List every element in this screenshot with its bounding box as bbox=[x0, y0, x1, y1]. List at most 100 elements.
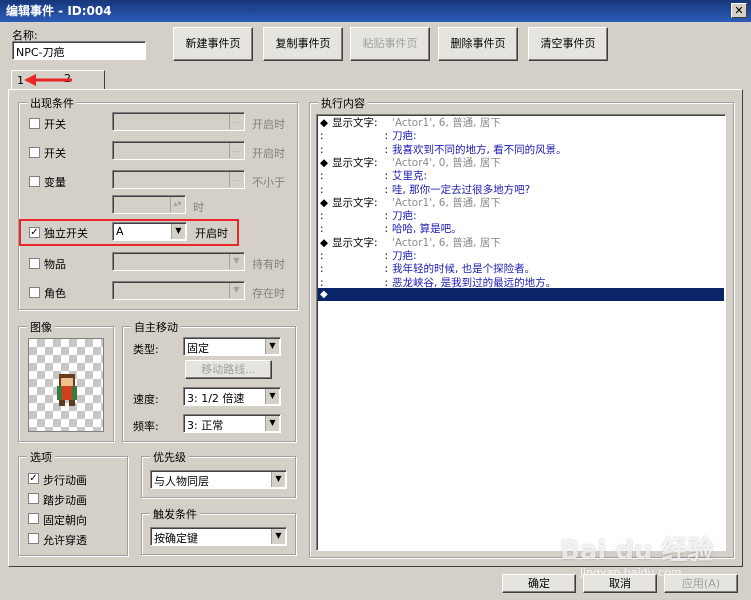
chevron-down-icon: ▼ bbox=[229, 254, 243, 269]
variable-suffix: 不小于 bbox=[252, 176, 285, 189]
command-line[interactable]: :: 哈哈, 算是吧。 bbox=[320, 223, 462, 235]
copy-page-button[interactable]: 复制事件页 bbox=[263, 27, 343, 61]
command-line-head: : bbox=[384, 223, 388, 236]
chevron-down-icon: ▼ bbox=[171, 224, 185, 239]
command-list[interactable]: ◆ 显示文字: 'Actor1', 6, 普通, 居下:: 刀疤::: 我喜欢到不同的地… bbox=[316, 114, 726, 551]
command-line[interactable]: :: 刀疤: bbox=[320, 210, 417, 222]
command-line-text: 刀疤: bbox=[392, 130, 417, 143]
character-image[interactable] bbox=[28, 338, 104, 432]
fixed-dir-checkbox[interactable] bbox=[28, 513, 39, 524]
commands-legend: 执行内容 bbox=[318, 95, 368, 111]
command-line[interactable]: :: 我喜欢到不同的地方, 看不同的风景。 bbox=[320, 144, 567, 156]
command-line-prefix: ◆ bbox=[320, 117, 329, 129]
ok-button[interactable]: 确定 bbox=[502, 574, 576, 593]
command-line-head: : bbox=[384, 250, 388, 262]
red-arrow-annotation bbox=[24, 74, 72, 86]
switch1-checkbox[interactable] bbox=[29, 118, 40, 129]
actor-suffix: 存在时 bbox=[252, 287, 285, 300]
actor-checkbox[interactable] bbox=[29, 287, 40, 298]
through-checkbox[interactable] bbox=[28, 533, 39, 544]
apply-button[interactable]: 应用(A) bbox=[664, 574, 738, 593]
command-line-head: : bbox=[384, 170, 388, 183]
item-suffix: 持有时 bbox=[252, 258, 285, 271]
self-switch-suffix: 开启时 bbox=[195, 227, 228, 240]
command-line-prefix: : bbox=[320, 143, 324, 156]
spinner-arrows-icon[interactable]: ▴▾ bbox=[170, 197, 184, 212]
autonomous-legend: 自主移动 bbox=[131, 319, 181, 335]
walk-anim-checkbox[interactable]: ✓ bbox=[28, 473, 39, 484]
chevron-down-icon: ▼ bbox=[271, 472, 285, 487]
trigger-select[interactable]: 按确定键 ▼ bbox=[150, 527, 287, 546]
paste-page-button[interactable]: 粘贴事件页 bbox=[350, 27, 430, 61]
move-freq-value: 3: 正常 bbox=[187, 419, 224, 432]
switch2-select[interactable]: … bbox=[112, 141, 245, 160]
cancel-button[interactable]: 取消 bbox=[583, 574, 657, 593]
command-line-prefix: : bbox=[320, 130, 324, 143]
event-name-input[interactable]: NPC-刀疤 bbox=[12, 41, 146, 60]
command-line[interactable]: :: 哇, 那你一定去过很多地方吧? bbox=[320, 184, 530, 196]
priority-select[interactable]: 与人物同层 ▼ bbox=[150, 470, 287, 489]
command-line-head: : bbox=[384, 263, 388, 276]
command-line[interactable]: :: 艾里克: bbox=[320, 170, 427, 182]
command-line-text: 艾里克: bbox=[392, 170, 428, 183]
new-page-button[interactable]: 新建事件页 bbox=[173, 27, 253, 61]
window-titlebar: 编辑事件 - ID:004 ✕ bbox=[0, 0, 751, 22]
item-select[interactable]: ▼ bbox=[112, 252, 245, 271]
command-line-head: : bbox=[384, 183, 388, 196]
trigger-value: 按确定键 bbox=[154, 532, 198, 545]
command-line[interactable]: ◆ 显示文字: 'Actor1', 6, 普通, 居下 bbox=[320, 197, 501, 209]
move-speed-select[interactable]: 3: 1/2 倍速 ▼ bbox=[183, 387, 281, 406]
chevron-down-icon: ▼ bbox=[265, 339, 279, 354]
chevron-down-icon: ▼ bbox=[265, 416, 279, 431]
command-line[interactable]: :: 刀疤: bbox=[320, 250, 417, 262]
command-line[interactable]: :: 刀疤: bbox=[320, 130, 417, 142]
move-type-select[interactable]: 固定 ▼ bbox=[183, 337, 281, 356]
command-line[interactable]: ◆ 显示文字: 'Actor1', 6, 普通, 居下 bbox=[320, 117, 501, 129]
command-line[interactable]: ◆ 显示文字: 'Actor4', 0, 普通, 居下 bbox=[320, 157, 501, 169]
command-line-prefix: : bbox=[320, 210, 324, 223]
self-switch-label: 独立开关 bbox=[44, 227, 88, 240]
variable-label: 变量 bbox=[44, 176, 66, 189]
character-sprite-icon bbox=[57, 374, 77, 406]
conditions-legend: 出现条件 bbox=[27, 95, 77, 111]
close-icon[interactable]: ✕ bbox=[731, 3, 747, 18]
options-legend: 选项 bbox=[27, 449, 55, 465]
command-line-head: : bbox=[384, 130, 388, 143]
switch2-checkbox[interactable] bbox=[29, 147, 40, 158]
command-line-text: 'Actor1', 6, 普通, 居下 bbox=[392, 196, 501, 209]
through-label: 允许穿透 bbox=[43, 534, 87, 547]
move-freq-select[interactable]: 3: 正常 ▼ bbox=[183, 414, 281, 433]
command-line-prefix: : bbox=[320, 183, 324, 196]
command-line[interactable]: :: 恶龙峡谷, 是我到过的最远的地方。 bbox=[320, 277, 556, 289]
clear-page-button[interactable]: 清空事件页 bbox=[528, 27, 608, 61]
self-switch-checkbox[interactable]: ✓ bbox=[29, 227, 40, 238]
fixed-dir-label: 固定朝向 bbox=[43, 514, 87, 527]
actor-select[interactable]: ▼ bbox=[112, 281, 245, 300]
variable-value-spinner[interactable]: ▴▾ bbox=[112, 195, 186, 214]
command-line[interactable]: ◆ 显示文字: 'Actor1', 6, 普通, 居下 bbox=[320, 237, 501, 249]
step-anim-label: 踏步动画 bbox=[43, 494, 87, 507]
command-line-head: 显示文字: bbox=[332, 236, 378, 249]
move-route-button[interactable]: 移动路线... bbox=[185, 360, 272, 379]
command-line-text: 'Actor1', 6, 普通, 居下 bbox=[392, 236, 501, 249]
item-checkbox[interactable] bbox=[29, 258, 40, 269]
item-label: 物品 bbox=[44, 258, 66, 271]
command-line-prefix: : bbox=[320, 263, 324, 276]
move-speed-value: 3: 1/2 倍速 bbox=[187, 392, 245, 405]
variable-select[interactable]: … bbox=[112, 170, 245, 189]
priority-legend: 优先级 bbox=[150, 449, 189, 465]
actor-label: 角色 bbox=[44, 287, 66, 300]
image-legend: 图像 bbox=[27, 319, 55, 335]
variable-checkbox[interactable] bbox=[29, 176, 40, 187]
self-switch-select[interactable]: A ▼ bbox=[112, 222, 187, 241]
step-anim-checkbox[interactable] bbox=[28, 493, 39, 504]
command-line-text: 'Actor1', 6, 普通, 居下 bbox=[392, 117, 501, 129]
command-line-text: 我喜欢到不同的地方, 看不同的风景。 bbox=[392, 143, 567, 156]
command-line[interactable]: :: 我年轻的时候, 也是个探险者。 bbox=[320, 263, 535, 275]
delete-page-button[interactable]: 删除事件页 bbox=[438, 27, 518, 61]
command-line-text: 刀疤: bbox=[392, 210, 417, 223]
switch1-select[interactable]: … bbox=[112, 112, 245, 131]
ellipsis-icon: … bbox=[229, 143, 243, 158]
ellipsis-icon: … bbox=[229, 114, 243, 129]
command-line-selected[interactable]: ◆ bbox=[318, 288, 724, 301]
